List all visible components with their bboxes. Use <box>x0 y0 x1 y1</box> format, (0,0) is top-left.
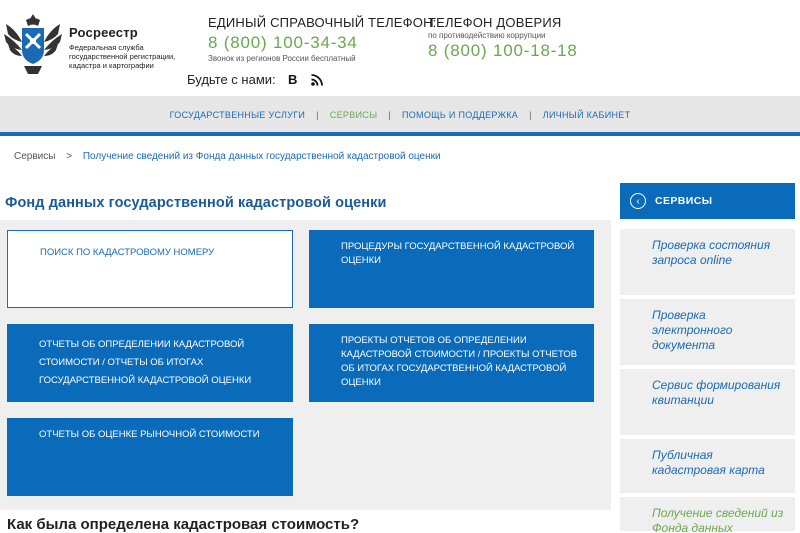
rosreestr-emblem-icon[interactable] <box>2 8 64 78</box>
tile-draft-reports[interactable]: ПРОЕКТЫ ОТЧЕТОВ ОБ ОПРЕДЕЛЕНИИ КАДАСТРОВ… <box>309 324 594 402</box>
breadcrumb-current[interactable]: Получение сведений из Фонда данных госуд… <box>83 151 441 162</box>
breadcrumb: Сервисы > Получение сведений из Фонда да… <box>14 151 441 162</box>
main-phone-number[interactable]: 8 (800) 100-34-34 <box>208 33 436 53</box>
trust-phone-number[interactable]: 8 (800) 100-18-18 <box>428 41 578 61</box>
brand-subtitle: Федеральная служба государственной регис… <box>69 43 176 70</box>
sidebar-item-request-status[interactable]: Проверка состояния запроса online <box>620 229 795 297</box>
brand-name[interactable]: Росреестр <box>69 25 189 40</box>
main-navbar: ГОСУДАРСТВЕННЫЕ УСЛУГИ | СЕРВИСЫ | ПОМОЩ… <box>0 96 800 136</box>
vk-icon[interactable]: В <box>286 72 300 87</box>
breadcrumb-root[interactable]: Сервисы <box>14 151 55 162</box>
page-title: Фонд данных государственной кадастровой … <box>5 195 387 211</box>
main-nav: ГОСУДАРСТВЕННЫЕ УСЛУГИ | СЕРВИСЫ | ПОМОЩ… <box>0 110 800 120</box>
breadcrumb-separator: > <box>66 151 73 162</box>
trust-phone-note: по противодействию коррупции <box>428 31 546 40</box>
chevron-left-icon[interactable]: ‹ <box>630 193 646 209</box>
nav-item-help[interactable]: ПОМОЩЬ И ПОДДЕРЖКА <box>391 110 529 120</box>
main-phone-block: ЕДИНЫЙ СПРАВОЧНЫЙ ТЕЛЕФОН: 8 (800) 100-3… <box>208 15 436 63</box>
nav-item-services[interactable]: СЕРВИСЫ <box>319 110 389 120</box>
trust-phone-block: ТЕЛЕФОН ДОВЕРИЯ по противодействию корру… <box>428 15 578 61</box>
social-label: Будьте с нами: <box>187 72 276 87</box>
brand-block[interactable]: Росреестр Федеральная служба государстве… <box>69 25 189 70</box>
section-heading: Как была определена кадастровая стоимост… <box>7 516 360 533</box>
tile-valuation-procedures[interactable]: ПРОЦЕДУРЫ ГОСУДАРСТВЕННОЙ КАДАСТРОВОЙ ОЦ… <box>309 230 594 308</box>
sidebar-item-cadastral-map[interactable]: Публичная кадастровая карта <box>620 439 795 495</box>
trust-phone-title: ТЕЛЕФОН ДОВЕРИЯ <box>428 15 562 30</box>
site-header: Росреестр Федеральная служба государстве… <box>0 0 800 96</box>
tile-market-value-reports[interactable]: ОТЧЕТЫ ОБ ОЦЕНКЕ РЫНОЧНОЙ СТОИМОСТИ <box>7 418 293 496</box>
sidebar-header[interactable]: ‹ СЕРВИСЫ <box>620 183 795 219</box>
sidebar-item-data-fund[interactable]: Получение сведений из Фонда данных <box>620 497 795 533</box>
sidebar-title: СЕРВИСЫ <box>655 195 713 207</box>
main-phone-note: Звонок из регионов России бесплатный <box>208 54 356 63</box>
nav-item-account[interactable]: ЛИЧНЫЙ КАБИНЕТ <box>532 110 642 120</box>
rss-icon[interactable] <box>310 73 324 87</box>
tile-search-by-cadastral-number[interactable]: ПОИСК ПО КАДАСТРОВОМУ НОМЕРУ <box>7 230 293 308</box>
social-links: Будьте с нами: В <box>187 72 324 87</box>
main-phone-title: ЕДИНЫЙ СПРАВОЧНЫЙ ТЕЛЕФОН: <box>208 15 437 30</box>
sidebar-item-receipt-service[interactable]: Сервис формирования квитанции <box>620 369 795 437</box>
tile-cadastral-value-reports[interactable]: ОТЧЕТЫ ОБ ОПРЕДЕЛЕНИИ КАДАСТРОВОЙ СТОИМО… <box>7 324 293 402</box>
sidebar-item-document-check[interactable]: Проверка электронного документа <box>620 299 795 367</box>
nav-item-state-services[interactable]: ГОСУДАРСТВЕННЫЕ УСЛУГИ <box>159 110 317 120</box>
